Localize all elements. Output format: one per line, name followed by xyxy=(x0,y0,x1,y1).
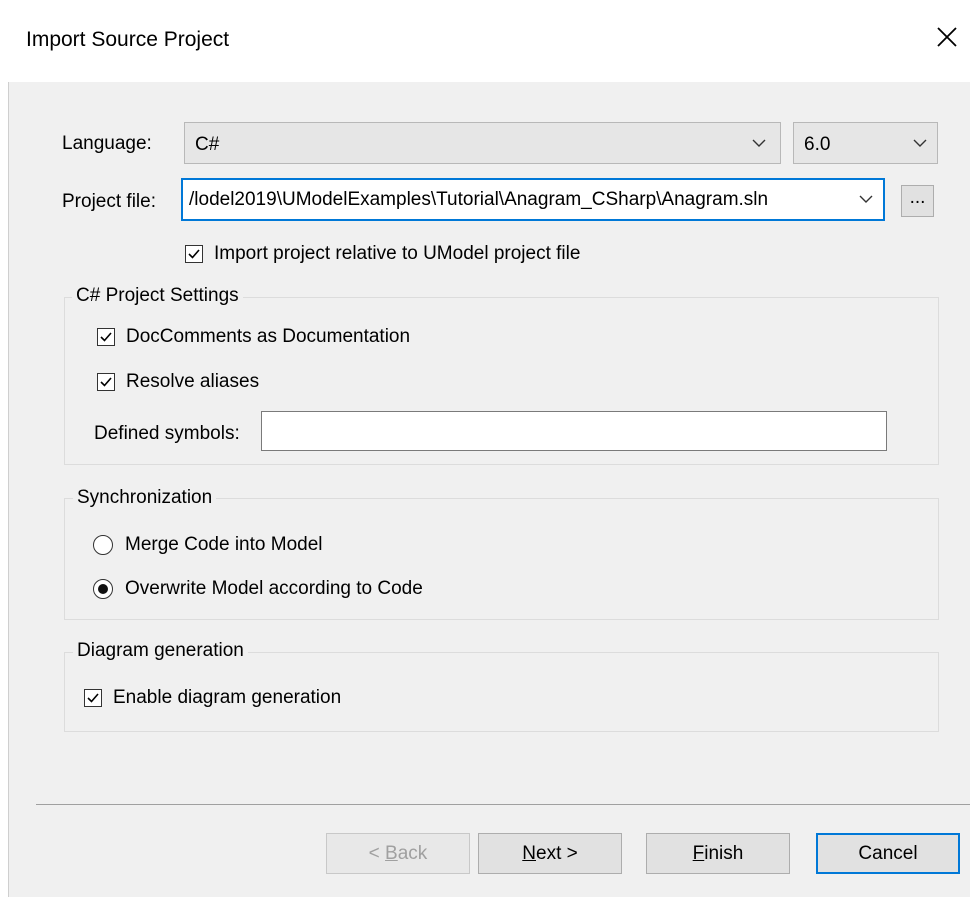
next-button[interactable]: Next > xyxy=(478,833,622,874)
chevron-down-icon xyxy=(859,195,873,203)
language-select[interactable]: C# xyxy=(184,122,781,164)
csharp-settings-title: C# Project Settings xyxy=(72,285,243,307)
dialog-body: Language: C# 6.0 Project file: /lodel201… xyxy=(8,82,970,897)
back-button[interactable]: < Back xyxy=(326,833,470,874)
language-version-select[interactable]: 6.0 xyxy=(793,122,938,164)
project-file-value: /lodel2019\UModelExamples\Tutorial\Anagr… xyxy=(189,189,769,210)
defined-symbols-input[interactable] xyxy=(261,411,887,451)
browse-button[interactable]: ... xyxy=(901,185,934,217)
doc-comments-checkbox[interactable] xyxy=(97,328,115,346)
language-label: Language: xyxy=(62,133,152,154)
language-version-value: 6.0 xyxy=(804,134,831,155)
synchronization-group xyxy=(64,498,939,620)
checkmark-icon xyxy=(100,377,112,387)
radio-selected-dot xyxy=(98,584,108,594)
dialog-title: Import Source Project xyxy=(26,28,230,51)
checkmark-icon xyxy=(188,249,200,259)
cancel-button[interactable]: Cancel xyxy=(816,833,960,874)
project-file-input[interactable]: /lodel2019\UModelExamples\Tutorial\Anagr… xyxy=(181,178,885,221)
overwrite-model-label: Overwrite Model according to Code xyxy=(125,578,423,599)
diagram-generation-title: Diagram generation xyxy=(73,640,248,662)
resolve-aliases-checkbox[interactable] xyxy=(97,373,115,391)
project-file-label: Project file: xyxy=(62,191,156,212)
language-value: C# xyxy=(195,134,220,155)
merge-code-radio[interactable] xyxy=(93,535,113,555)
title-bar: Import Source Project xyxy=(0,0,970,82)
checkmark-icon xyxy=(87,693,99,703)
defined-symbols-label: Defined symbols: xyxy=(94,423,240,444)
chevron-down-icon xyxy=(752,139,766,147)
merge-code-label: Merge Code into Model xyxy=(125,534,323,555)
enable-diagram-checkbox[interactable] xyxy=(84,689,102,707)
enable-diagram-label: Enable diagram generation xyxy=(113,687,342,708)
chevron-down-icon xyxy=(913,139,927,147)
overwrite-model-radio[interactable] xyxy=(93,579,113,599)
import-relative-checkbox[interactable] xyxy=(185,245,203,263)
resolve-aliases-label: Resolve aliases xyxy=(126,371,260,392)
finish-button[interactable]: Finish xyxy=(646,833,790,874)
checkmark-icon xyxy=(100,332,112,342)
synchronization-title: Synchronization xyxy=(73,487,217,509)
doc-comments-label: DocComments as Documentation xyxy=(126,326,411,347)
footer-separator xyxy=(36,804,970,805)
close-icon[interactable] xyxy=(932,22,962,52)
import-relative-label: Import project relative to UModel projec… xyxy=(214,243,581,264)
